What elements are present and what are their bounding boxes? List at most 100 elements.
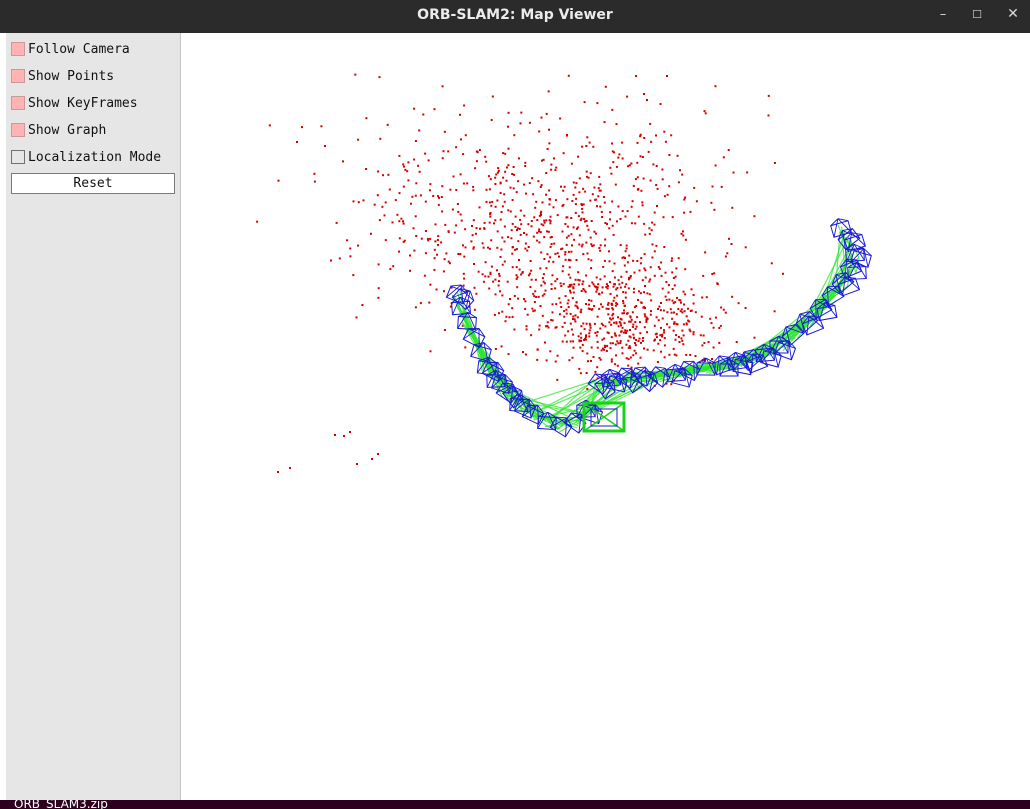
map-point	[653, 211, 656, 214]
map-point	[549, 350, 552, 353]
map-point	[525, 325, 528, 328]
follow-camera-checkbox[interactable]: Follow Camera	[11, 39, 179, 59]
map-point	[490, 239, 493, 242]
map-point	[514, 248, 517, 251]
map-point	[629, 316, 632, 319]
map-point	[352, 200, 355, 203]
map-point	[448, 262, 451, 265]
map-point	[513, 134, 516, 137]
map-point	[403, 165, 405, 168]
map-point	[680, 337, 683, 340]
show-points-checkbox[interactable]: Show Points	[11, 66, 179, 86]
map-point	[434, 240, 437, 243]
map-point	[612, 161, 615, 164]
map-point	[524, 300, 527, 303]
map-point	[622, 331, 625, 334]
map-point	[472, 185, 475, 188]
map-point	[596, 330, 599, 333]
show-graph-checkbox[interactable]: Show Graph	[11, 120, 179, 140]
map-viewport[interactable]	[181, 33, 1030, 800]
map-point	[586, 136, 589, 139]
map-point	[392, 265, 395, 268]
map-point	[632, 184, 635, 187]
title-bar[interactable]: ORB-SLAM2: Map Viewer – ☐ ✕	[0, 0, 1030, 33]
map-point	[643, 306, 646, 309]
map-point	[433, 108, 436, 111]
map-point	[554, 280, 557, 283]
localization-mode-check-icon[interactable]	[11, 150, 25, 164]
map-point	[639, 332, 642, 335]
map-point	[330, 259, 332, 262]
map-point	[578, 243, 581, 246]
map-point	[373, 203, 376, 206]
map-point	[473, 308, 476, 311]
map-point	[623, 304, 626, 307]
map-point	[661, 168, 664, 171]
map-point	[415, 182, 418, 185]
map-point	[497, 284, 500, 287]
map-point	[663, 130, 666, 133]
map-point	[482, 246, 485, 249]
map-point	[677, 336, 680, 338]
map-point	[646, 331, 648, 334]
map-point	[605, 349, 608, 352]
map-point	[627, 287, 630, 290]
desktop-file-label[interactable]: ORB_SLAM3.zip	[14, 800, 108, 809]
map-point	[744, 246, 747, 249]
map-point	[567, 250, 570, 253]
map-canvas[interactable]	[181, 33, 1030, 800]
maximize-icon[interactable]: ☐	[962, 0, 992, 31]
localization-mode-checkbox[interactable]: Localization Mode	[11, 147, 179, 167]
map-point	[724, 311, 727, 314]
map-point	[713, 272, 716, 275]
map-point	[484, 275, 487, 278]
map-point	[636, 260, 639, 262]
map-point	[660, 326, 662, 329]
map-point	[599, 249, 602, 252]
map-point	[665, 298, 668, 301]
map-point	[525, 233, 528, 236]
map-point	[618, 153, 621, 156]
reset-button[interactable]: Reset	[11, 173, 175, 194]
map-point	[519, 209, 522, 212]
map-point	[563, 310, 566, 313]
show-keyframes-check-icon[interactable]	[11, 96, 25, 110]
map-point	[578, 177, 581, 180]
map-point	[593, 230, 596, 233]
map-point	[549, 222, 552, 225]
minimize-icon[interactable]: –	[928, 0, 958, 31]
map-point	[569, 285, 572, 288]
map-point	[718, 341, 721, 344]
show-points-check-icon[interactable]	[11, 69, 25, 83]
show-graph-check-icon[interactable]	[11, 123, 25, 137]
map-point	[586, 252, 589, 255]
map-point	[398, 237, 401, 240]
map-point	[457, 210, 460, 213]
map-point	[640, 341, 642, 344]
map-point	[513, 173, 515, 176]
map-point	[487, 275, 490, 278]
map-point	[737, 302, 740, 305]
map-point	[554, 199, 557, 202]
map-point	[402, 163, 405, 166]
close-icon[interactable]: ✕	[998, 0, 1028, 31]
follow-camera-check-icon[interactable]	[11, 42, 25, 56]
map-point	[371, 458, 373, 460]
show-keyframes-checkbox[interactable]: Show KeyFrames	[11, 93, 179, 113]
map-point	[632, 291, 635, 294]
window-title: ORB-SLAM2: Map Viewer	[417, 7, 613, 23]
map-point	[701, 296, 704, 299]
map-point	[663, 331, 666, 334]
map-point	[511, 266, 514, 269]
map-point	[661, 333, 664, 336]
map-point	[616, 294, 619, 297]
map-point	[462, 284, 465, 287]
map-point	[441, 157, 444, 160]
map-point	[572, 286, 575, 289]
map-point	[543, 236, 546, 239]
map-point	[578, 234, 581, 237]
map-point	[654, 338, 656, 341]
map-point	[540, 251, 543, 254]
map-point	[378, 219, 381, 222]
map-point	[621, 210, 624, 213]
